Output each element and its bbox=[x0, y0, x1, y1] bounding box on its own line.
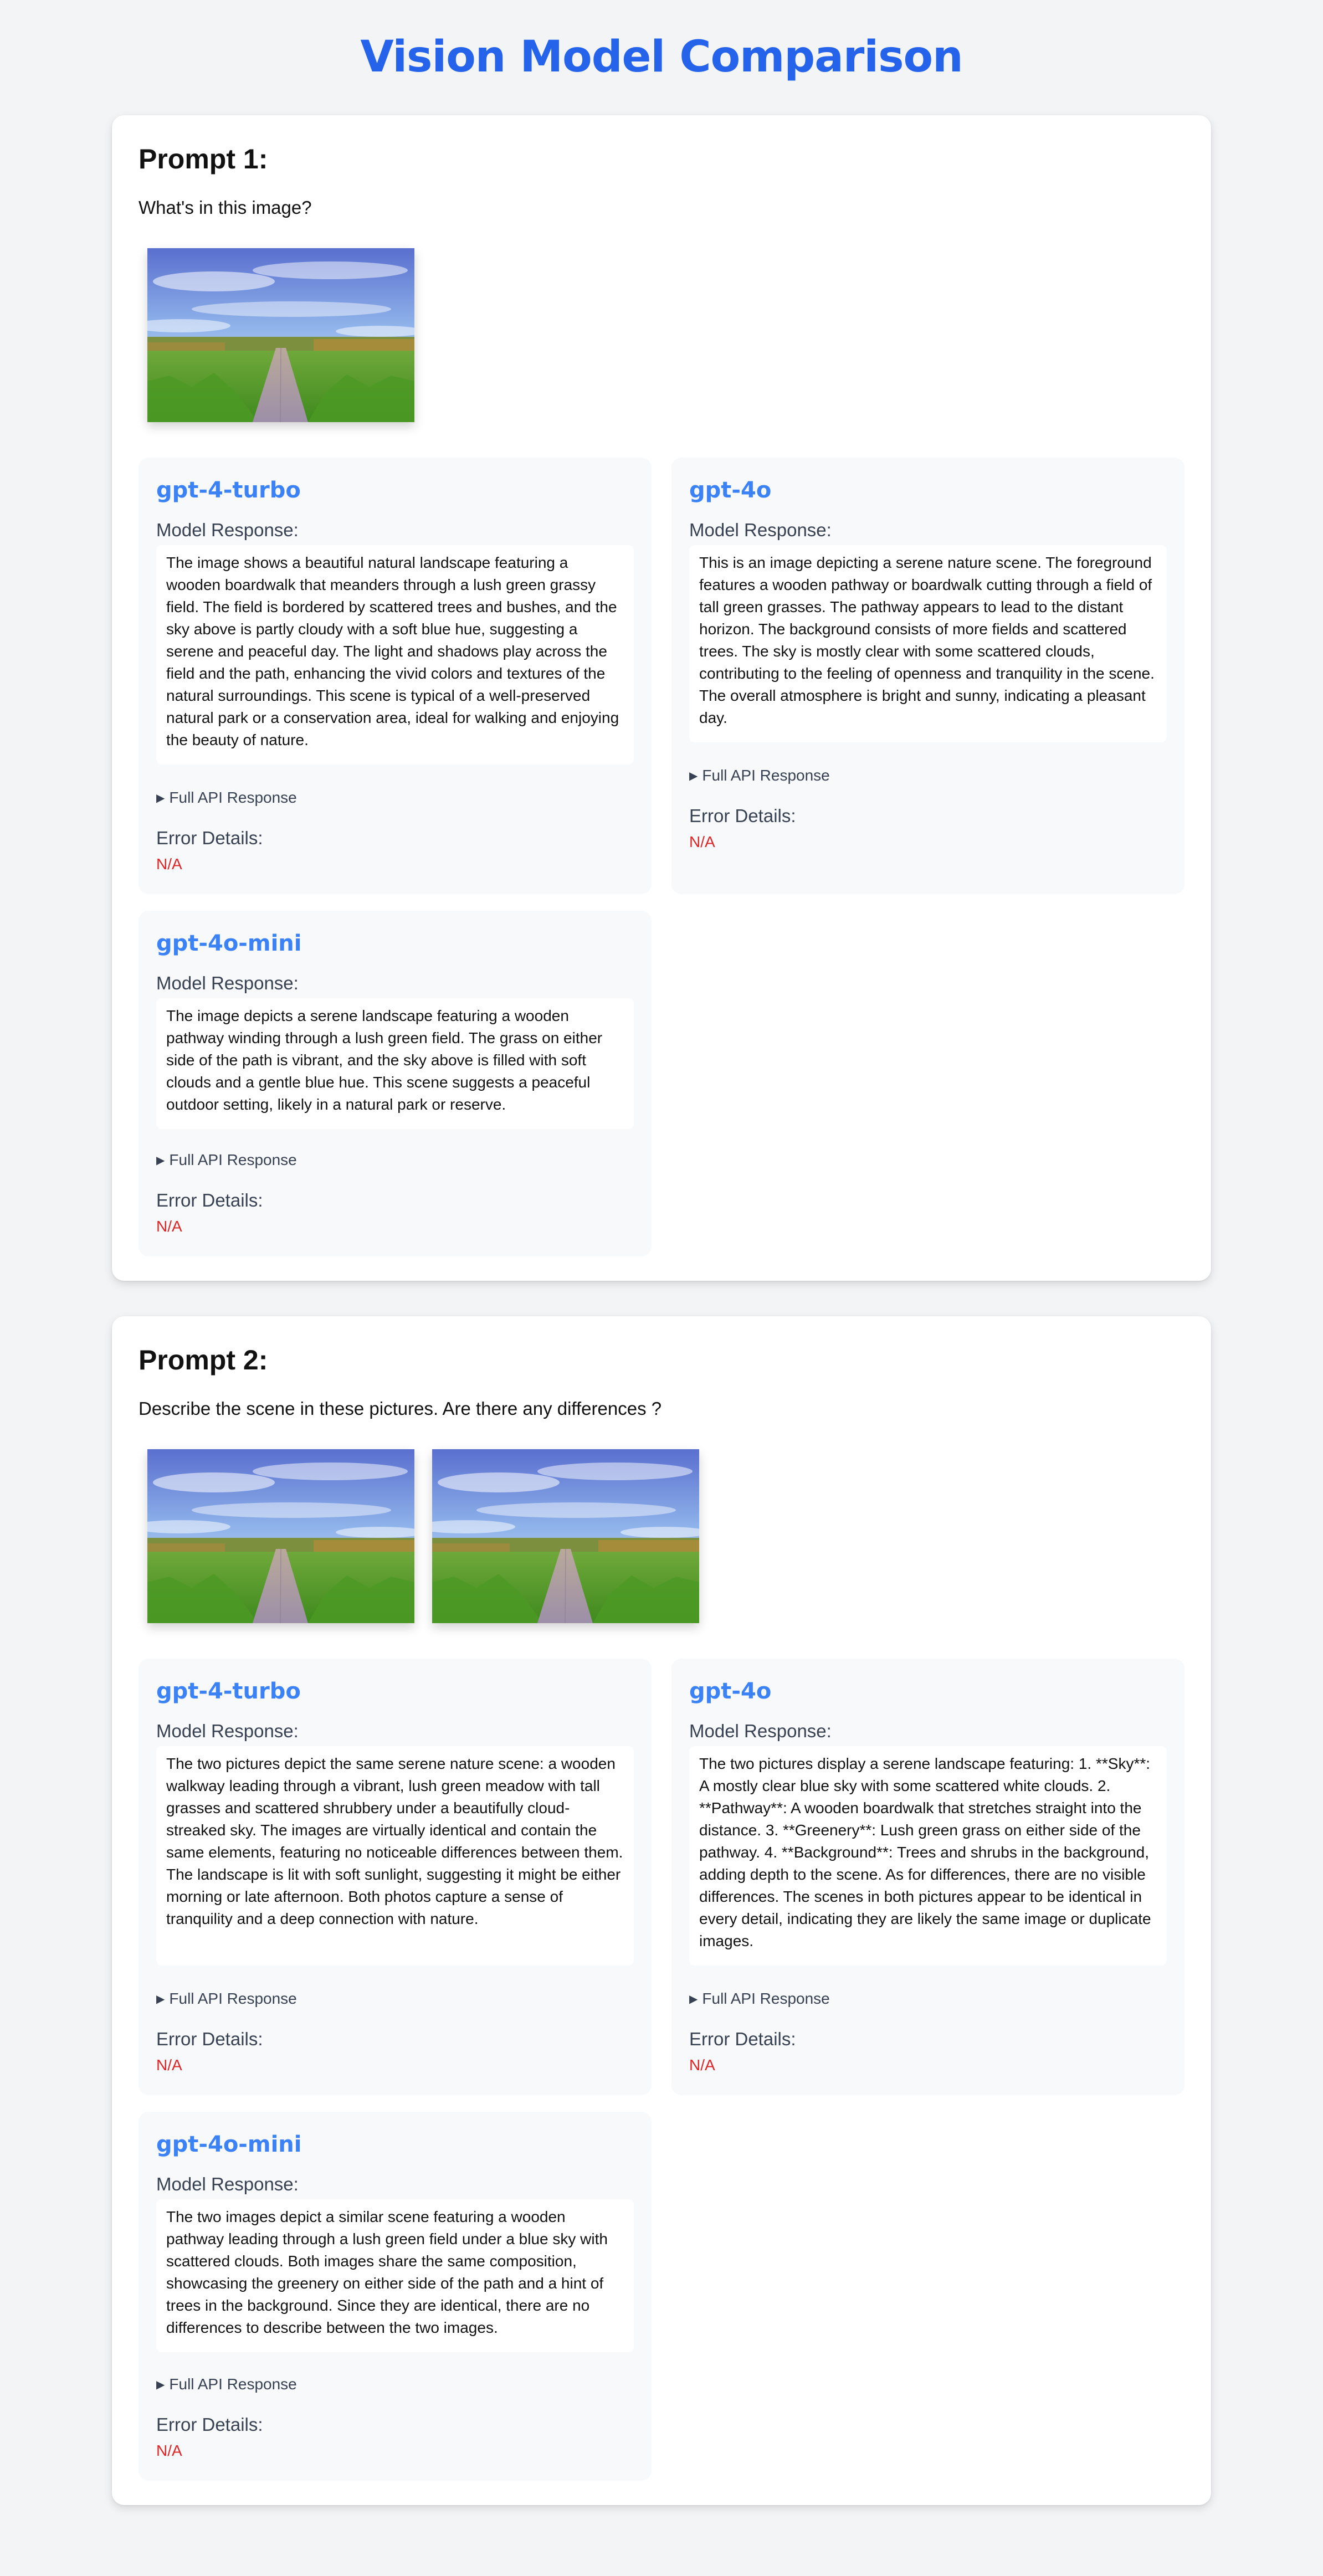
model-response-label: Model Response: bbox=[156, 520, 299, 540]
model-name: gpt-4o-mini bbox=[156, 2132, 302, 2157]
landscape-photo bbox=[432, 1449, 699, 1623]
error-details-label: Error Details: bbox=[156, 1190, 263, 1210]
model-response-label: Model Response: bbox=[156, 973, 299, 993]
model-result-card: gpt-4o-mini Model Response: The image de… bbox=[139, 911, 652, 1256]
model-response-text: The two images depict a similar scene fe… bbox=[156, 2199, 634, 2352]
full-api-response-toggle[interactable]: ▶ Full API Response bbox=[689, 767, 830, 784]
model-result-card: gpt-4o Model Response: This is an image … bbox=[671, 458, 1184, 894]
model-response-text: The two pictures display a serene landsc… bbox=[689, 1746, 1167, 1966]
disclosure-triangle-icon: ▶ bbox=[156, 1993, 165, 2005]
landscape-photo bbox=[147, 248, 414, 422]
full-api-response-toggle[interactable]: ▶ Full API Response bbox=[156, 789, 297, 807]
full-api-response-label: Full API Response bbox=[169, 2375, 297, 2393]
error-details-label: Error Details: bbox=[689, 2029, 796, 2049]
model-response-label: Model Response: bbox=[689, 520, 832, 540]
error-details-value: N/A bbox=[689, 2056, 715, 2074]
full-api-response-label: Full API Response bbox=[702, 1990, 830, 2007]
full-api-response-toggle[interactable]: ▶ Full API Response bbox=[689, 1990, 830, 2008]
model-name: gpt-4-turbo bbox=[156, 1679, 301, 1704]
model-name: gpt-4o bbox=[689, 478, 772, 503]
model-response-text: The two pictures depict the same serene … bbox=[156, 1746, 634, 1966]
full-api-response-toggle[interactable]: ▶ Full API Response bbox=[156, 1990, 297, 2008]
prompt-card: Prompt 2: Describe the scene in these pi… bbox=[112, 1316, 1211, 2505]
prompt-text: What's in this image? bbox=[139, 197, 312, 218]
prompt-text: Describe the scene in these pictures. Ar… bbox=[139, 1398, 662, 1419]
model-result-card: gpt-4-turbo Model Response: The image sh… bbox=[139, 458, 652, 894]
full-api-response-label: Full API Response bbox=[169, 1990, 297, 2007]
error-details-value: N/A bbox=[156, 2056, 182, 2074]
disclosure-triangle-icon: ▶ bbox=[156, 2379, 165, 2391]
error-details-value: N/A bbox=[156, 2442, 182, 2459]
disclosure-triangle-icon: ▶ bbox=[689, 770, 698, 782]
error-details-label: Error Details: bbox=[156, 828, 263, 848]
full-api-response-toggle[interactable]: ▶ Full API Response bbox=[156, 2375, 297, 2393]
model-name: gpt-4o-mini bbox=[156, 931, 302, 956]
prompt-heading: Prompt 1: bbox=[139, 143, 268, 175]
error-details-value: N/A bbox=[689, 833, 715, 850]
full-api-response-label: Full API Response bbox=[169, 789, 297, 806]
error-details-value: N/A bbox=[156, 855, 182, 873]
disclosure-triangle-icon: ▶ bbox=[689, 1993, 698, 2005]
error-details-label: Error Details: bbox=[156, 2029, 263, 2049]
prompt-heading: Prompt 2: bbox=[139, 1345, 268, 1376]
model-name: gpt-4o bbox=[689, 1679, 772, 1704]
model-result-card: gpt-4o-mini Model Response: The two imag… bbox=[139, 2112, 652, 2481]
model-result-card: gpt-4o Model Response: The two pictures … bbox=[671, 1659, 1184, 2095]
prompt-card: Prompt 1: What's in this image? gpt-4-tu… bbox=[112, 115, 1211, 1281]
page-title: Vision Model Comparison bbox=[360, 32, 963, 82]
prompt-images bbox=[147, 1449, 699, 1623]
model-response-text: The image depicts a serene landscape fea… bbox=[156, 998, 634, 1129]
model-response-text: This is an image depicting a serene natu… bbox=[689, 545, 1167, 742]
error-details-label: Error Details: bbox=[156, 2414, 263, 2435]
error-details-value: N/A bbox=[156, 1218, 182, 1235]
landscape-photo bbox=[147, 1449, 414, 1623]
error-details-label: Error Details: bbox=[689, 805, 796, 826]
model-response-text: The image shows a beautiful natural land… bbox=[156, 545, 634, 764]
full-api-response-label: Full API Response bbox=[169, 1151, 297, 1168]
model-response-label: Model Response: bbox=[156, 2174, 299, 2194]
model-name: gpt-4-turbo bbox=[156, 478, 301, 503]
model-response-label: Model Response: bbox=[689, 1721, 832, 1741]
prompt-images bbox=[147, 248, 414, 422]
model-result-card: gpt-4-turbo Model Response: The two pict… bbox=[139, 1659, 652, 2095]
model-response-label: Model Response: bbox=[156, 1721, 299, 1741]
full-api-response-toggle[interactable]: ▶ Full API Response bbox=[156, 1151, 297, 1169]
disclosure-triangle-icon: ▶ bbox=[156, 792, 165, 804]
disclosure-triangle-icon: ▶ bbox=[156, 1154, 165, 1167]
full-api-response-label: Full API Response bbox=[702, 767, 830, 784]
